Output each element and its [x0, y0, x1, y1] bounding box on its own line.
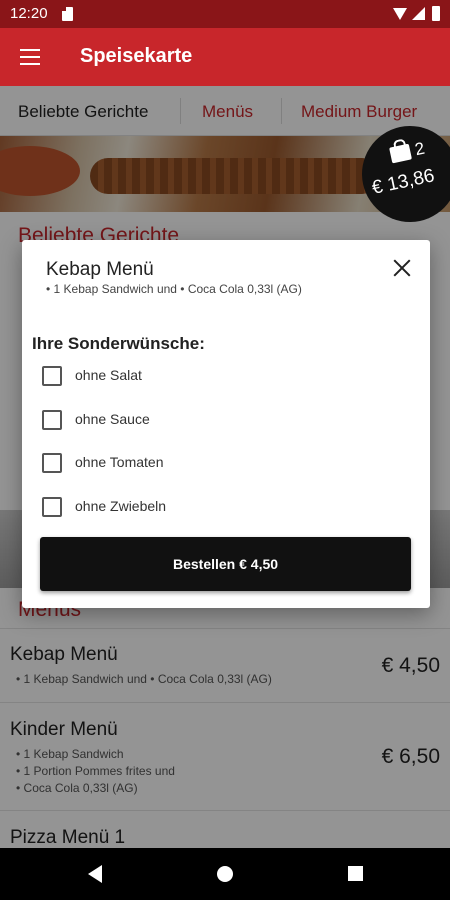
cart-count: 2 [413, 138, 427, 160]
checkbox[interactable] [42, 410, 62, 430]
option-ohne-tomaten[interactable]: ohne Tomaten [42, 451, 342, 475]
system-nav-bar [0, 848, 450, 900]
status-time: 12:20 [10, 5, 48, 22]
checkbox[interactable] [42, 497, 62, 517]
recent-apps-square-icon[interactable] [348, 866, 363, 881]
customization-dialog: Kebap Menü • 1 Kebap Sandwich und • Coca… [22, 240, 430, 608]
app-bar: Speisekarte [0, 28, 450, 86]
dialog-description: • 1 Kebap Sandwich und • Coca Cola 0,33l… [46, 282, 302, 296]
option-label: ohne Salat [75, 367, 142, 383]
checkbox[interactable] [42, 366, 62, 386]
order-button[interactable]: Bestellen € 4,50 [40, 537, 411, 591]
signal-icon [412, 7, 425, 20]
back-triangle-icon[interactable] [88, 865, 102, 883]
checkbox[interactable] [42, 453, 62, 473]
dialog-title: Kebap Menü [46, 259, 154, 280]
option-ohne-sauce[interactable]: ohne Sauce [42, 408, 342, 432]
special-requests-heading: Ihre Sonderwünsche: [32, 334, 205, 353]
cart-total: € 13,86 [370, 165, 437, 199]
status-bar: 12:20 [0, 0, 450, 28]
hamburger-menu-icon[interactable] [20, 49, 40, 65]
battery-icon [432, 6, 440, 21]
option-label: ohne Zwiebeln [75, 498, 167, 514]
option-label: ohne Sauce [75, 411, 150, 427]
option-label: ohne Tomaten [75, 454, 164, 470]
shopping-bag-icon [389, 143, 412, 164]
close-icon[interactable] [390, 256, 414, 280]
wifi-icon [393, 8, 407, 20]
app-title: Speisekarte [80, 45, 193, 67]
option-ohne-zwiebeln[interactable]: ohne Zwiebeln [42, 495, 342, 519]
option-ohne-salat[interactable]: ohne Salat [42, 364, 342, 388]
home-circle-icon[interactable] [217, 866, 233, 882]
sd-card-icon [62, 7, 73, 21]
